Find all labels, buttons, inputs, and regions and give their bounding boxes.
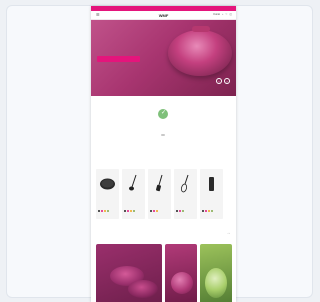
category-tile[interactable]	[96, 244, 162, 302]
hero-pan-image	[168, 30, 232, 76]
logo[interactable]: WMF	[159, 13, 169, 18]
hero-pan-handle	[192, 26, 210, 32]
web-page: ☰ WMF Konto ⌕ ♡ ◫ ‹ › ✓ ‹ ›	[91, 6, 236, 302]
check-mark-icon: ✓	[161, 110, 167, 116]
tile-bowl-image	[205, 268, 227, 298]
service-dots[interactable]	[161, 134, 165, 136]
color-swatches[interactable]	[150, 210, 158, 212]
heart-icon[interactable]: ♡	[225, 13, 227, 17]
hero-banner[interactable]: ‹ ›	[91, 20, 236, 96]
account-link[interactable]: Konto	[213, 13, 220, 17]
product-card[interactable]	[174, 169, 197, 219]
tile-pan-image	[128, 280, 158, 298]
carousel-controls: ‹ ›	[97, 232, 230, 235]
product-jar-image	[209, 177, 214, 191]
product-whisk-image	[180, 174, 189, 193]
header-actions: Konto ⌕ ♡ ◫	[213, 13, 232, 17]
product-card[interactable]	[148, 169, 171, 219]
product-spatula-image	[156, 174, 163, 192]
menu-icon[interactable]: ☰	[96, 13, 100, 17]
color-swatches[interactable]	[202, 210, 213, 212]
category-tile[interactable]	[200, 244, 232, 302]
carousel-prev-icon[interactable]: ‹	[216, 78, 222, 84]
color-swatches[interactable]	[98, 210, 109, 212]
tile-pot-image	[171, 272, 193, 294]
carousel-arrows-icon[interactable]: ‹ ›	[228, 232, 230, 235]
carousel-next-icon[interactable]: ›	[224, 78, 230, 84]
product-pan-image	[100, 178, 115, 190]
product-row	[96, 169, 223, 219]
category-tile[interactable]	[165, 244, 197, 302]
product-card[interactable]	[96, 169, 119, 219]
color-swatches[interactable]	[176, 210, 184, 212]
cart-icon[interactable]: ◫	[230, 13, 232, 17]
site-header: ☰ WMF Konto ⌕ ♡ ◫	[91, 11, 236, 20]
color-swatches[interactable]	[124, 210, 135, 212]
service-section: ✓	[91, 96, 236, 142]
category-tiles	[96, 244, 232, 302]
search-icon[interactable]: ⌕	[222, 13, 223, 17]
product-card[interactable]	[122, 169, 145, 219]
product-ladle-image	[129, 174, 137, 191]
hero-cta-button[interactable]	[97, 56, 140, 62]
product-card[interactable]	[200, 169, 223, 219]
